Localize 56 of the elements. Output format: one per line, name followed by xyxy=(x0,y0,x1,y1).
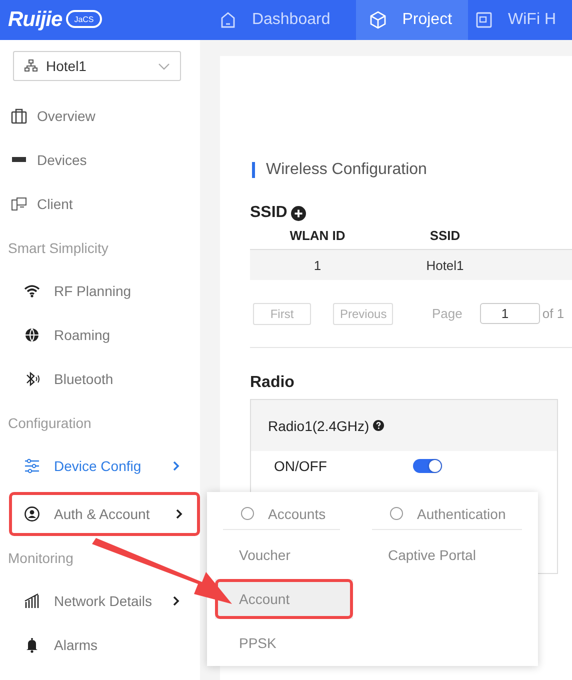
briefcase-icon xyxy=(11,108,27,124)
section-heading: Configuration xyxy=(7,414,92,433)
sidebar-item[interactable]: Device Config xyxy=(0,444,200,488)
chevron-right-icon xyxy=(174,509,184,519)
nav-tab[interactable]: Dashboard xyxy=(212,0,346,40)
page-label: Page xyxy=(432,306,462,321)
add-icon xyxy=(291,206,306,220)
section-heading: Monitoring xyxy=(7,548,74,568)
page-input[interactable]: 1 xyxy=(480,303,540,324)
sidebar-item[interactable]: Client xyxy=(0,182,200,226)
previous-page-button[interactable]: Previous xyxy=(333,302,393,324)
menu-group-radio[interactable]: Accounts xyxy=(223,498,340,530)
bluetooth-icon xyxy=(24,371,40,387)
sidebar-item[interactable]: Roaming xyxy=(0,313,200,357)
sidebar-item[interactable]: Devices xyxy=(0,138,200,182)
sidebar-item[interactable]: RF Planning xyxy=(0,269,200,313)
section-heading: Radio xyxy=(250,374,296,392)
devices-icon xyxy=(11,196,27,212)
panel-title: Radio1(2.4GHz) xyxy=(268,418,370,434)
logo-text: Ruijie xyxy=(8,8,62,32)
table-row[interactable]: 1 Hotel1 xyxy=(250,250,572,280)
toggle-switch[interactable] xyxy=(413,459,442,473)
network-icon xyxy=(24,59,38,73)
sidebar-item[interactable]: Auth & Account xyxy=(9,492,200,536)
menu-item[interactable]: Account xyxy=(215,579,353,619)
nav-tab[interactable]: Project xyxy=(356,0,468,40)
section-heading: Smart Simplicity xyxy=(7,238,110,258)
sidebar-item[interactable]: Alarms xyxy=(0,623,200,667)
bar-chart-icon xyxy=(24,593,40,609)
cube-icon xyxy=(368,10,388,30)
menu-item[interactable]: Voucher xyxy=(223,533,340,577)
wifi-icon xyxy=(24,283,40,299)
sidebar-item[interactable]: Overview xyxy=(0,94,200,138)
bell-icon xyxy=(24,637,40,653)
chevron-right-icon xyxy=(171,596,181,606)
user-circle-icon xyxy=(24,506,40,522)
first-page-button[interactable]: First xyxy=(253,302,311,324)
setting-label: ON/OFF xyxy=(274,458,328,474)
section-title: Wireless Configuration xyxy=(252,162,572,178)
sidebar-item[interactable]: Bluetooth xyxy=(0,357,200,401)
sliders-icon xyxy=(24,458,40,474)
nav-tab[interactable]: WiFi H xyxy=(468,0,572,40)
menu-item[interactable]: Captive Portal xyxy=(372,533,522,577)
sidebar-item[interactable]: Network Details xyxy=(0,579,200,623)
site-selector[interactable]: Hotel1 xyxy=(13,51,181,81)
logo-badge: JaCS xyxy=(66,10,102,28)
page-count: of 1 xyxy=(542,306,564,321)
window-icon xyxy=(474,10,494,30)
section-heading: SSID xyxy=(250,204,288,222)
chevron-right-icon xyxy=(171,461,181,471)
menu-group-radio[interactable]: Authentication xyxy=(372,498,522,530)
column-header: SSID xyxy=(428,228,462,243)
column-header: WLAN ID xyxy=(288,228,346,243)
menu-item[interactable]: PPSK xyxy=(223,621,340,665)
globe-icon xyxy=(24,327,40,343)
help-icon xyxy=(373,420,384,431)
